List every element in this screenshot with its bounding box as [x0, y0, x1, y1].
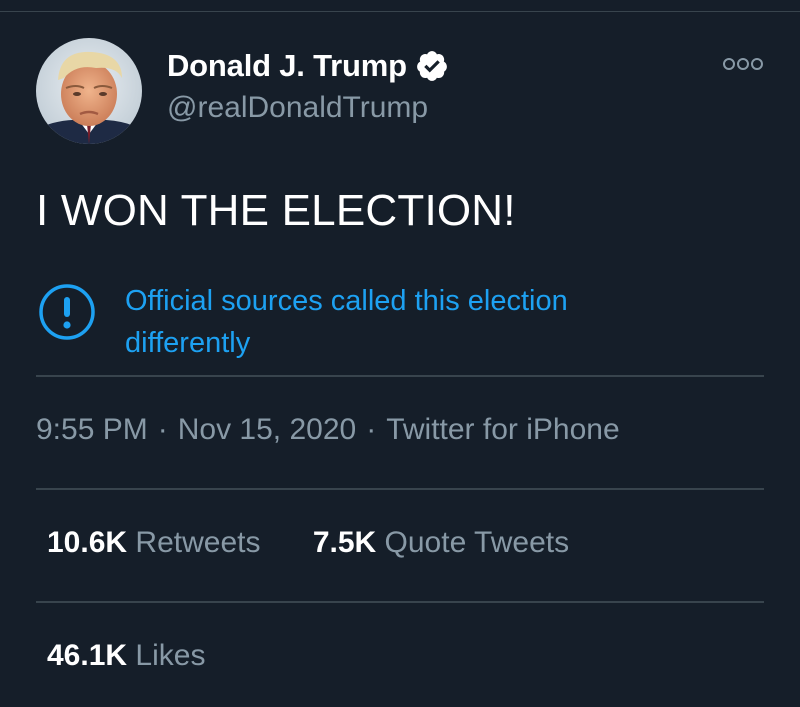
retweets-label: Retweets — [135, 526, 261, 559]
top-divider — [0, 11, 800, 12]
tweet-text: I WON THE ELECTION! — [36, 186, 516, 235]
retweets-stat[interactable]: 10.6K Retweets — [47, 526, 260, 560]
likes-row: 46.1K Likes — [47, 639, 205, 673]
divider — [36, 488, 764, 490]
engagement-stats: 10.6K Retweets 7.5K Quote Tweets — [47, 526, 569, 560]
meta-separator: · — [157, 413, 168, 446]
more-options-icon[interactable] — [722, 54, 764, 74]
tweet-date[interactable]: Nov 15, 2020 — [178, 413, 356, 446]
verified-badge-icon — [415, 49, 449, 83]
likes-label: Likes — [135, 639, 206, 672]
divider — [36, 375, 764, 377]
avatar[interactable] — [36, 38, 142, 144]
user-handle[interactable]: @realDonaldTrump — [167, 91, 428, 125]
display-name[interactable]: Donald J. Trump — [167, 48, 407, 84]
tweet-meta: 9:55 PM · Nov 15, 2020 · Twitter for iPhone — [36, 413, 620, 447]
name-row: Donald J. Trump — [167, 46, 449, 86]
quote-tweets-count: 7.5K — [312, 526, 377, 559]
likes-stat[interactable]: 46.1K Likes — [47, 639, 205, 673]
quote-tweets-label: Quote Tweets — [384, 526, 570, 559]
tweet-time[interactable]: 9:55 PM — [36, 413, 148, 446]
exclamation-circle-icon — [36, 281, 98, 343]
divider — [36, 601, 764, 603]
quote-tweets-stat[interactable]: 7.5K Quote Tweets — [313, 526, 569, 560]
retweets-count: 10.6K — [47, 526, 128, 559]
tweet-source[interactable]: Twitter for iPhone — [386, 413, 619, 446]
likes-count: 46.1K — [47, 639, 128, 672]
election-notice-link[interactable]: Official sources called this election di… — [125, 280, 685, 364]
meta-separator: · — [366, 413, 377, 446]
avatar-image — [36, 38, 142, 144]
